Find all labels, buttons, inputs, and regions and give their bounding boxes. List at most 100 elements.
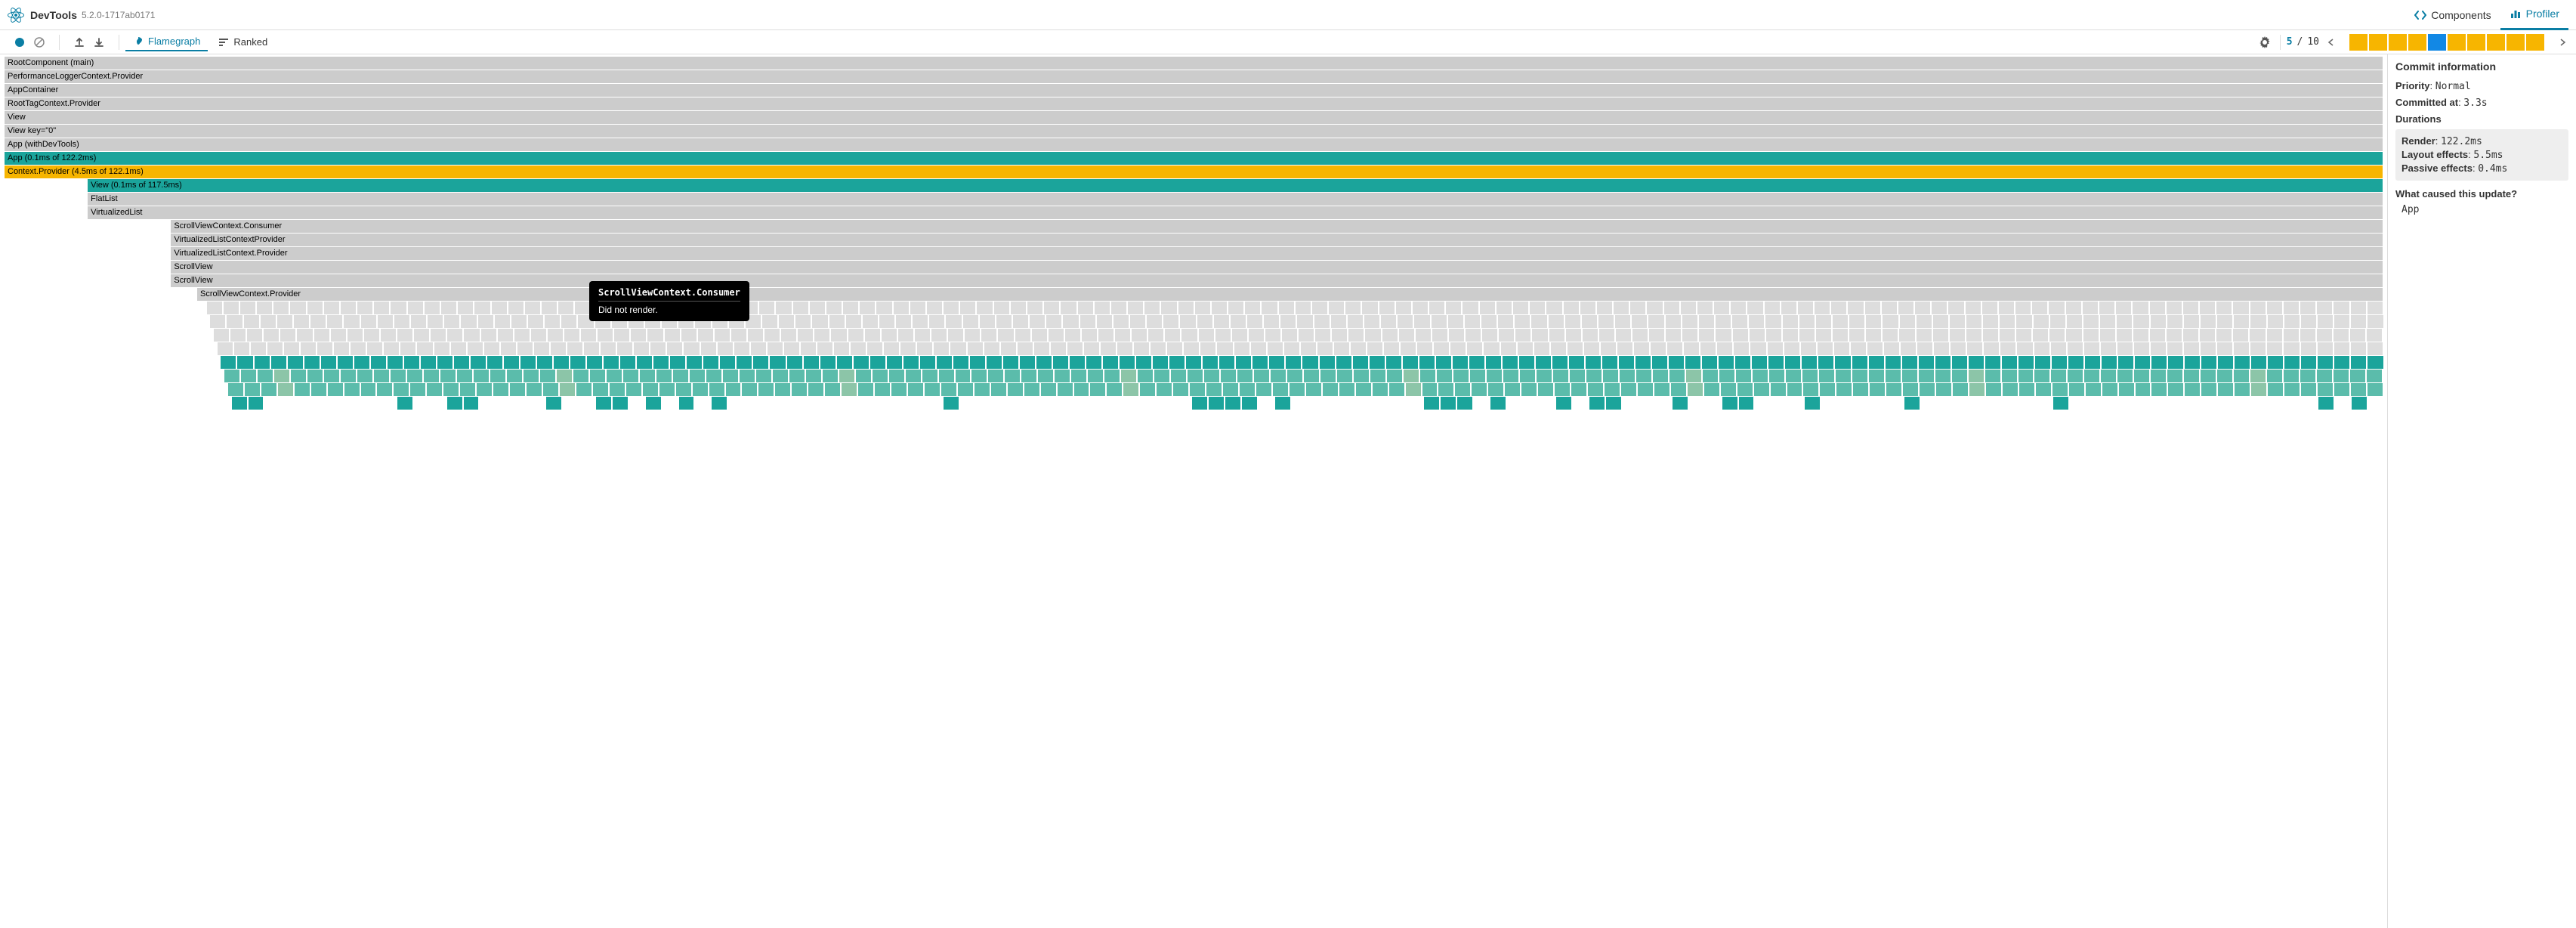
flame-cell[interactable] bbox=[2183, 302, 2198, 314]
flame-cell[interactable] bbox=[2133, 302, 2148, 314]
flame-cell[interactable] bbox=[2034, 370, 2049, 382]
flame-cell[interactable] bbox=[903, 356, 919, 369]
flame-cell[interactable] bbox=[977, 302, 992, 314]
flame-cell[interactable] bbox=[873, 370, 888, 382]
flame-cell[interactable] bbox=[1199, 329, 1214, 342]
flame-cell[interactable] bbox=[2234, 370, 2249, 382]
flame-cell[interactable] bbox=[1453, 370, 1469, 382]
flame-cell[interactable] bbox=[1654, 383, 1669, 396]
flame-cell[interactable] bbox=[1265, 329, 1280, 342]
flame-cell[interactable] bbox=[1414, 315, 1429, 328]
flame-cell[interactable] bbox=[825, 383, 840, 396]
flame-cell[interactable] bbox=[341, 370, 356, 382]
flame-cell[interactable] bbox=[2318, 356, 2333, 369]
flame-cell[interactable] bbox=[357, 370, 372, 382]
flame-cell[interactable] bbox=[981, 329, 996, 342]
flame-cell[interactable] bbox=[1147, 315, 1162, 328]
flame-cell[interactable] bbox=[524, 370, 539, 382]
flame-cell[interactable] bbox=[784, 342, 799, 355]
flame-cell[interactable] bbox=[631, 329, 646, 342]
flame-cell[interactable] bbox=[1364, 315, 1379, 328]
flame-cell[interactable] bbox=[377, 383, 392, 396]
flame-cell[interactable] bbox=[1049, 329, 1064, 342]
flame-cell[interactable] bbox=[1030, 315, 1045, 328]
flame-cell[interactable] bbox=[2101, 370, 2116, 382]
flame-cell[interactable] bbox=[1256, 383, 1271, 396]
flame-cell[interactable] bbox=[1967, 342, 1982, 355]
flame-bar[interactable]: View bbox=[5, 111, 2383, 124]
flame-cell[interactable] bbox=[931, 329, 947, 342]
flame-cell[interactable] bbox=[1882, 302, 1897, 314]
flame-cell[interactable] bbox=[891, 383, 907, 396]
flame-cell[interactable] bbox=[1555, 383, 1570, 396]
flame-cell[interactable] bbox=[1280, 315, 1296, 328]
flame-cell[interactable] bbox=[331, 329, 346, 342]
flame-cell[interactable] bbox=[1619, 356, 1634, 369]
flame-cell[interactable] bbox=[1140, 383, 1155, 396]
flame-cell[interactable] bbox=[2184, 342, 2199, 355]
flame-cell[interactable] bbox=[1886, 383, 1901, 396]
flame-cell[interactable] bbox=[1719, 356, 1734, 369]
flame-cell[interactable] bbox=[1084, 342, 1099, 355]
flame-cell[interactable] bbox=[1950, 329, 1965, 342]
flame-cell[interactable] bbox=[2350, 370, 2365, 382]
flame-cell[interactable] bbox=[1632, 315, 1647, 328]
flame-cell[interactable] bbox=[623, 370, 638, 382]
flame-cell[interactable] bbox=[1490, 397, 1506, 410]
flame-cell[interactable] bbox=[2184, 370, 2199, 382]
flame-cell[interactable] bbox=[1505, 383, 1520, 396]
flame-cell[interactable] bbox=[1985, 370, 2000, 382]
flame-cell[interactable] bbox=[1571, 383, 1586, 396]
flame-cell[interactable] bbox=[2217, 342, 2232, 355]
flame-cell[interactable] bbox=[1739, 397, 1754, 410]
flame-cell[interactable] bbox=[1128, 302, 1143, 314]
flame-cell[interactable] bbox=[1498, 315, 1513, 328]
flame-cell[interactable] bbox=[295, 383, 310, 396]
flame-cell[interactable] bbox=[1565, 315, 1580, 328]
flame-cell[interactable] bbox=[400, 342, 415, 355]
flame-cell[interactable] bbox=[1503, 370, 1518, 382]
flame-cell[interactable] bbox=[507, 370, 522, 382]
flame-cell[interactable] bbox=[1080, 315, 1095, 328]
flame-cell[interactable] bbox=[2051, 342, 2066, 355]
flame-cell[interactable] bbox=[1389, 383, 1404, 396]
flame-cell[interactable] bbox=[753, 356, 768, 369]
flame-cell[interactable] bbox=[1902, 356, 1917, 369]
flame-cell[interactable] bbox=[2000, 342, 2015, 355]
flame-cell[interactable] bbox=[284, 342, 299, 355]
flame-cell[interactable] bbox=[1833, 315, 1848, 328]
record-button[interactable] bbox=[11, 33, 29, 51]
flame-cell[interactable] bbox=[2133, 329, 2148, 342]
flame-cell[interactable] bbox=[1362, 302, 1377, 314]
flame-cell[interactable] bbox=[1666, 329, 1681, 342]
flame-cell[interactable] bbox=[1903, 383, 1918, 396]
flame-cell[interactable] bbox=[437, 356, 452, 369]
flame-cell[interactable] bbox=[723, 370, 738, 382]
flame-cell[interactable] bbox=[234, 342, 249, 355]
flame-cell[interactable] bbox=[2049, 302, 2064, 314]
flame-cell[interactable] bbox=[334, 342, 349, 355]
flame-cell[interactable] bbox=[941, 383, 956, 396]
flame-cell[interactable] bbox=[922, 370, 937, 382]
flame-cell[interactable] bbox=[900, 342, 916, 355]
flame-cell[interactable] bbox=[1046, 315, 1061, 328]
flame-cell[interactable] bbox=[1753, 370, 1768, 382]
flame-cell[interactable] bbox=[2251, 356, 2266, 369]
flame-cell[interactable] bbox=[1387, 370, 1402, 382]
flame-cell[interactable] bbox=[1171, 370, 1186, 382]
flame-cell[interactable] bbox=[477, 383, 492, 396]
flame-cell[interactable] bbox=[2317, 370, 2332, 382]
flame-cell[interactable] bbox=[637, 356, 652, 369]
flame-cell[interactable] bbox=[1783, 315, 1798, 328]
commit-bar[interactable] bbox=[2467, 34, 2485, 51]
flame-cell[interactable] bbox=[1620, 370, 1635, 382]
flame-cell[interactable] bbox=[2301, 356, 2316, 369]
flame-cell[interactable] bbox=[1521, 383, 1537, 396]
flame-cell[interactable] bbox=[1551, 342, 1566, 355]
flame-cell[interactable] bbox=[1601, 342, 1616, 355]
flame-cell[interactable] bbox=[344, 315, 359, 328]
flame-cell[interactable] bbox=[273, 302, 289, 314]
flame-cell[interactable] bbox=[2117, 342, 2133, 355]
flame-cell[interactable] bbox=[1499, 329, 1514, 342]
flame-cell[interactable] bbox=[1919, 356, 1934, 369]
